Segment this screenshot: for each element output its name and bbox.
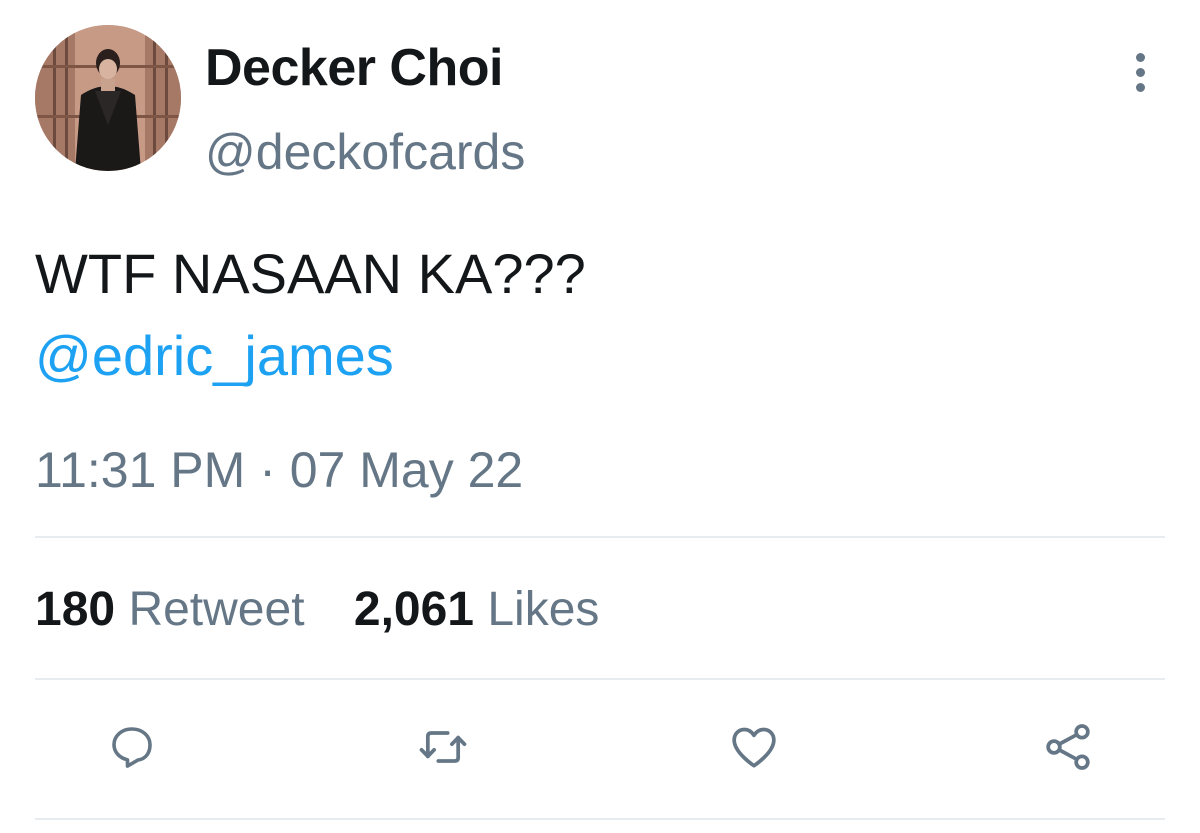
- like-icon: [732, 727, 776, 768]
- action-bar: [0, 715, 1200, 779]
- retweet-count-value: 180: [35, 583, 116, 636]
- avatar-photo: [35, 25, 181, 171]
- like-count-label: Likes: [487, 583, 600, 636]
- divider: [35, 678, 1165, 680]
- retweet-icon: [419, 731, 467, 763]
- divider: [35, 536, 1165, 538]
- tweet-card: Decker Choi @deckofcards WTF NASAAN KA??…: [0, 0, 1200, 833]
- like-count-value: 2,061: [353, 583, 474, 636]
- author-display-name[interactable]: Decker Choi: [205, 38, 503, 98]
- divider: [35, 818, 1165, 820]
- more-dot-icon: [1135, 67, 1145, 77]
- more-options-button[interactable]: [1118, 50, 1162, 94]
- more-dot-icon: [1135, 82, 1145, 92]
- tweet-text: WTF NASAAN KA???: [35, 242, 586, 305]
- like-count[interactable]: 2,061 Likes: [354, 580, 600, 640]
- author-handle[interactable]: @deckofcards: [205, 122, 525, 182]
- share-icon: [1046, 724, 1090, 770]
- retweet-count-label: Retweet: [128, 583, 305, 636]
- retweet-button[interactable]: [411, 715, 475, 779]
- share-button[interactable]: [1036, 715, 1100, 779]
- reply-icon: [112, 727, 152, 768]
- retweet-count[interactable]: 180 Retweet: [35, 580, 305, 640]
- mention-link[interactable]: @edric_james: [35, 316, 394, 396]
- tweet-stats: 180 Retweet 2,061 Likes: [35, 580, 635, 640]
- tweet-timestamp[interactable]: 11:31 PM · 07 May 22: [35, 440, 523, 500]
- avatar[interactable]: [35, 25, 181, 171]
- reply-button[interactable]: [100, 715, 164, 779]
- like-button[interactable]: [722, 715, 786, 779]
- more-dot-icon: [1135, 52, 1145, 62]
